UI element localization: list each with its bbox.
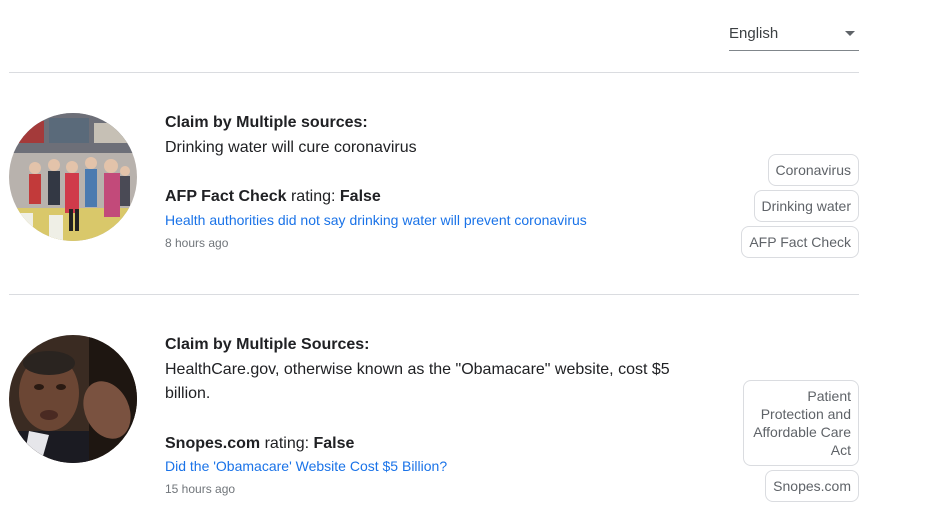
claimant-label: Claim by Multiple Sources:	[165, 336, 370, 353]
tag-list: Coronavirus Drinking water AFP Fact Chec…	[741, 154, 859, 258]
rating-word: rating:	[260, 435, 314, 452]
tag-chip[interactable]: Coronavirus	[767, 154, 859, 186]
tag-chip[interactable]: Snopes.com	[765, 470, 859, 502]
tag-chip[interactable]: Drinking water	[753, 190, 859, 222]
rating-verdict: False	[339, 188, 381, 205]
claim-image	[9, 113, 137, 241]
language-select[interactable]: English	[729, 16, 859, 51]
divider	[9, 294, 859, 295]
claim-text: Drinking water will cure coronavirus	[165, 139, 417, 156]
tag-list: Patient Protection and Affordable Care A…	[743, 380, 859, 502]
tag-chip[interactable]: AFP Fact Check	[741, 226, 859, 258]
rating-line: Snopes.com rating: False	[165, 435, 354, 453]
publisher-name: Snopes.com	[165, 435, 261, 452]
rating-word: rating:	[286, 188, 340, 205]
rating-verdict: False	[313, 435, 355, 452]
publisher-name: AFP Fact Check	[165, 188, 287, 205]
divider	[9, 72, 859, 73]
claim-text: HealthCare.gov, otherwise known as the "…	[165, 361, 670, 402]
timestamp: 8 hours ago	[165, 236, 229, 250]
claimant-label: Claim by Multiple sources:	[165, 114, 368, 131]
language-select-value: English	[729, 25, 779, 42]
claim-image	[9, 335, 137, 463]
dropdown-arrow-icon	[845, 31, 855, 36]
article-link[interactable]: Health authorities did not say drinking …	[165, 212, 587, 228]
timestamp: 15 hours ago	[165, 482, 236, 496]
rating-line: AFP Fact Check rating: False	[165, 188, 381, 206]
article-link[interactable]: Did the 'Obamacare' Website Cost $5 Bill…	[165, 458, 447, 474]
tag-chip[interactable]: Patient Protection and Affordable Care A…	[743, 380, 859, 466]
